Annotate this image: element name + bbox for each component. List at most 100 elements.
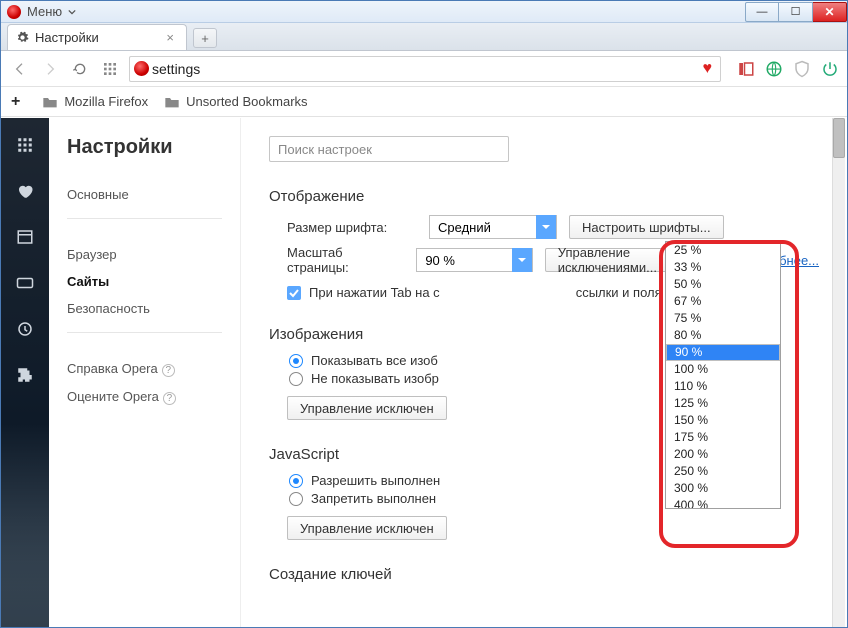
zoom-option[interactable]: 175 % bbox=[666, 429, 780, 446]
page-zoom-select[interactable]: 90 % bbox=[416, 248, 532, 272]
js-allow-radio[interactable] bbox=[289, 474, 303, 488]
section-display-heading: Отображение bbox=[269, 188, 819, 205]
bookmark-folder-firefox[interactable]: Mozilla Firefox bbox=[42, 94, 148, 109]
images-show-label: Показывать все изоб bbox=[311, 353, 438, 368]
chevron-down-icon bbox=[68, 8, 76, 16]
minimize-button[interactable]: — bbox=[745, 2, 779, 22]
tab-settings[interactable]: Настройки × bbox=[7, 24, 187, 50]
chevron-down-icon bbox=[536, 215, 556, 239]
zoom-option[interactable]: 75 % bbox=[666, 310, 780, 327]
images-hide-radio[interactable] bbox=[289, 372, 303, 386]
zoom-option[interactable]: 33 % bbox=[666, 259, 780, 276]
settings-search[interactable]: Поиск настроек bbox=[269, 136, 509, 162]
rail-history[interactable] bbox=[16, 320, 34, 338]
nav-back-button[interactable] bbox=[9, 58, 31, 80]
folder-icon bbox=[42, 95, 58, 109]
page-zoom-label: Масштаб страницы: bbox=[287, 245, 404, 275]
nav-item-browser[interactable]: Браузер bbox=[67, 241, 240, 268]
tab-title: Настройки bbox=[35, 30, 156, 45]
titlebar: Меню — ☐ ✕ bbox=[1, 1, 847, 23]
add-bookmark-button[interactable]: + bbox=[11, 93, 26, 111]
zoom-option[interactable]: 80 % bbox=[666, 327, 780, 344]
nav-forward-button[interactable] bbox=[39, 58, 61, 80]
tab-strip: Настройки × + bbox=[1, 23, 847, 51]
bookmarks-bar: + Mozilla Firefox Unsorted Bookmarks bbox=[1, 87, 847, 117]
tab-close-icon[interactable]: × bbox=[162, 30, 178, 45]
zoom-option[interactable]: 25 % bbox=[666, 242, 780, 259]
zoom-dropdown[interactable]: 25 %33 %50 %67 %75 %80 %90 %100 %110 %12… bbox=[665, 241, 781, 509]
question-icon: ? bbox=[162, 364, 175, 377]
rail-extensions[interactable] bbox=[16, 366, 34, 384]
page-body: Настройки Основные Браузер Сайты Безопас… bbox=[1, 118, 847, 627]
configure-fonts-button[interactable]: Настроить шрифты... bbox=[569, 215, 724, 239]
images-exceptions-button[interactable]: Управление исключен bbox=[287, 396, 447, 420]
address-input[interactable] bbox=[152, 58, 695, 80]
zoom-option[interactable]: 150 % bbox=[666, 412, 780, 429]
tab-focus-checkbox[interactable] bbox=[287, 286, 301, 300]
zoom-option[interactable]: 125 % bbox=[666, 395, 780, 412]
opera-logo-icon bbox=[134, 61, 149, 76]
nav-item-basic[interactable]: Основные bbox=[67, 181, 240, 208]
address-bar[interactable]: ♥ bbox=[129, 56, 721, 82]
rail-speed-dial[interactable] bbox=[16, 136, 34, 154]
speed-dial-button[interactable] bbox=[99, 58, 121, 80]
window-controls: — ☐ ✕ bbox=[745, 2, 847, 22]
nav-item-websites[interactable]: Сайты bbox=[67, 268, 240, 295]
nav-item-help[interactable]: Справка Opera? bbox=[67, 355, 240, 383]
zoom-option[interactable]: 50 % bbox=[666, 276, 780, 293]
rail-wallpaper bbox=[1, 507, 49, 627]
new-tab-button[interactable]: + bbox=[193, 28, 217, 48]
font-size-value: Средний bbox=[438, 220, 491, 235]
settings-content: Поиск настроек Отображение Размер шрифта… bbox=[241, 118, 847, 627]
nav-item-security[interactable]: Безопасность bbox=[67, 295, 240, 322]
bookmark-heart-icon[interactable]: ♥ bbox=[695, 60, 721, 78]
font-size-label: Размер шрифта: bbox=[287, 220, 417, 235]
bookmark-label: Mozilla Firefox bbox=[64, 94, 148, 109]
bookmark-folder-unsorted[interactable]: Unsorted Bookmarks bbox=[164, 94, 307, 109]
zoom-option[interactable]: 100 % bbox=[666, 361, 780, 378]
zoom-option[interactable]: 200 % bbox=[666, 446, 780, 463]
zoom-option[interactable]: 90 % bbox=[666, 344, 780, 361]
globe-icon[interactable] bbox=[765, 60, 783, 78]
js-allow-label: Разрешить выполнен bbox=[311, 473, 440, 488]
font-size-select[interactable]: Средний bbox=[429, 215, 557, 239]
zoom-option[interactable]: 400 % bbox=[666, 497, 780, 509]
maximize-button[interactable]: ☐ bbox=[779, 2, 813, 22]
power-icon[interactable] bbox=[821, 60, 839, 78]
navbar: ♥ bbox=[1, 51, 847, 87]
opera-logo-icon bbox=[7, 5, 21, 19]
close-button[interactable]: ✕ bbox=[813, 2, 847, 22]
gear-icon bbox=[16, 31, 29, 44]
zoom-option[interactable]: 67 % bbox=[666, 293, 780, 310]
js-deny-radio[interactable] bbox=[289, 492, 303, 506]
zoom-option[interactable]: 110 % bbox=[666, 378, 780, 395]
rail-tabs[interactable] bbox=[16, 274, 34, 292]
folder-icon bbox=[164, 95, 180, 109]
shield-icon[interactable] bbox=[793, 60, 811, 78]
sidebar-toggle-icon[interactable] bbox=[737, 60, 755, 78]
site-badge bbox=[130, 58, 152, 80]
images-show-radio[interactable] bbox=[289, 354, 303, 368]
zoom-option[interactable]: 300 % bbox=[666, 480, 780, 497]
js-deny-label: Запретить выполнен bbox=[311, 491, 436, 506]
divider bbox=[67, 218, 222, 231]
menu-label: Меню bbox=[27, 4, 62, 19]
rail-news[interactable] bbox=[16, 228, 34, 246]
rail-bookmarks[interactable] bbox=[16, 182, 34, 200]
bookmark-label: Unsorted Bookmarks bbox=[186, 94, 307, 109]
nav-item-rate[interactable]: Оцените Opera? bbox=[67, 383, 240, 411]
js-exceptions-button[interactable]: Управление исключен bbox=[287, 516, 447, 540]
nav-reload-button[interactable] bbox=[69, 58, 91, 80]
content-scrollbar[interactable] bbox=[832, 118, 845, 627]
tab-focus-label-left: При нажатии Tab на с bbox=[309, 285, 440, 300]
side-rail bbox=[1, 118, 49, 627]
settings-heading: Настройки bbox=[67, 136, 240, 159]
browser-window: Меню — ☐ ✕ Настройки × + ♥ bbox=[0, 0, 848, 628]
images-hide-label: Не показывать изобр bbox=[311, 371, 439, 386]
menu-button[interactable]: Меню bbox=[1, 4, 76, 19]
section-keys-heading: Создание ключей bbox=[269, 566, 819, 583]
zoom-option[interactable]: 250 % bbox=[666, 463, 780, 480]
divider bbox=[67, 332, 222, 345]
chevron-down-icon bbox=[512, 248, 532, 272]
toolbar-right bbox=[729, 60, 839, 78]
